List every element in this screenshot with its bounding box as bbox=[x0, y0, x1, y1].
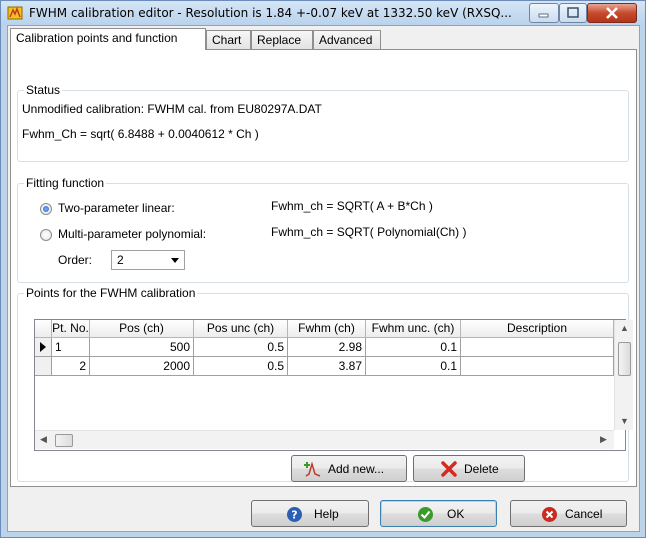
cancel-button[interactable]: Cancel bbox=[510, 500, 627, 527]
dialog-body: Calibration points and function Chart Re… bbox=[7, 25, 640, 532]
add-new-button[interactable]: Add new... bbox=[291, 455, 407, 482]
table-cell[interactable] bbox=[461, 357, 614, 376]
delete-button[interactable]: Delete bbox=[413, 455, 525, 482]
vertical-scroll-thumb[interactable] bbox=[618, 342, 631, 376]
table-cell[interactable]: 2.98 bbox=[288, 338, 366, 357]
vertical-scrollbar[interactable]: ▲ ▼ bbox=[614, 320, 633, 430]
delete-x-icon bbox=[441, 461, 457, 477]
table-cell[interactable] bbox=[461, 338, 614, 357]
tab-advanced[interactable]: Advanced bbox=[313, 30, 381, 49]
polynomial-label[interactable]: Multi-parameter polynomial: bbox=[58, 227, 206, 241]
maximize-icon bbox=[567, 7, 579, 18]
tab-calibration-points[interactable]: Calibration points and function bbox=[10, 28, 206, 50]
cancel-icon bbox=[542, 507, 557, 522]
col-fwhm-unc[interactable]: Fwhm unc. (ch) bbox=[366, 320, 461, 338]
scroll-left-icon[interactable]: ◀ bbox=[40, 434, 47, 445]
col-fwhm[interactable]: Fwhm (ch) bbox=[288, 320, 366, 338]
tab-page: Status Unmodified calibration: FWHM cal.… bbox=[10, 49, 637, 487]
help-label: Help bbox=[314, 507, 339, 521]
order-select[interactable]: 2 bbox=[111, 250, 185, 270]
scroll-up-icon[interactable]: ▲ bbox=[620, 323, 629, 333]
close-icon bbox=[606, 7, 618, 19]
scroll-down-icon[interactable]: ▼ bbox=[620, 416, 629, 426]
table-cell[interactable]: 0.5 bbox=[194, 338, 288, 357]
order-value: 2 bbox=[117, 253, 124, 267]
tab-replace[interactable]: Replace bbox=[251, 30, 313, 49]
delete-label: Delete bbox=[464, 462, 499, 476]
status-group-title: Status bbox=[24, 83, 63, 97]
add-peak-icon bbox=[304, 461, 321, 477]
calibration-app-icon bbox=[7, 6, 23, 20]
table-cell[interactable]: 2 bbox=[52, 357, 90, 376]
table-cell[interactable]: 0.5 bbox=[194, 357, 288, 376]
row-header-corner bbox=[35, 320, 52, 338]
editor-window: FWHM calibration editor - Resolution is … bbox=[0, 0, 646, 538]
points-group-title: Points for the FWHM calibration bbox=[24, 286, 198, 300]
tab-chart[interactable]: Chart bbox=[206, 30, 251, 49]
fitting-group-title: Fitting function bbox=[24, 176, 107, 190]
col-description[interactable]: Description bbox=[461, 320, 614, 338]
fitting-group: Fitting function Two-parameter linear: F… bbox=[17, 176, 629, 283]
horizontal-scroll-thumb[interactable] bbox=[55, 434, 73, 447]
table-cell[interactable]: 0.1 bbox=[366, 357, 461, 376]
points-table[interactable]: Pt. No. Pos (ch) Pos unc (ch) Fwhm (ch) … bbox=[34, 319, 633, 451]
two-parameter-radio[interactable] bbox=[40, 203, 52, 215]
minimize-icon bbox=[538, 13, 549, 18]
status-group: Status Unmodified calibration: FWHM cal.… bbox=[17, 83, 629, 162]
ok-check-icon bbox=[418, 507, 433, 522]
row-indicator[interactable] bbox=[35, 357, 52, 376]
current-row-arrow-icon bbox=[40, 342, 46, 352]
table-cell[interactable]: 3.87 bbox=[288, 357, 366, 376]
col-pos-unc[interactable]: Pos unc (ch) bbox=[194, 320, 288, 338]
cancel-label: Cancel bbox=[565, 507, 603, 521]
two-parameter-formula: Fwhm_ch = SQRT( A + B*Ch ) bbox=[271, 199, 433, 213]
table-cell[interactable]: 0.1 bbox=[366, 338, 461, 357]
table-cell[interactable]: 500 bbox=[90, 338, 194, 357]
scroll-right-icon[interactable]: ▶ bbox=[600, 434, 607, 445]
title-bar[interactable]: FWHM calibration editor - Resolution is … bbox=[1, 1, 645, 25]
horizontal-scrollbar[interactable]: ◀ ▶ bbox=[35, 430, 614, 449]
add-new-label: Add new... bbox=[328, 462, 385, 476]
ok-label: OK bbox=[447, 507, 465, 521]
minimize-button[interactable] bbox=[529, 3, 559, 23]
two-parameter-label[interactable]: Two-parameter linear: bbox=[58, 201, 175, 215]
status-calibration-source: Unmodified calibration: FWHM cal. from E… bbox=[22, 102, 322, 116]
window-title: FWHM calibration editor - Resolution is … bbox=[29, 6, 512, 20]
order-label: Order: bbox=[58, 253, 93, 267]
close-button[interactable] bbox=[587, 3, 637, 23]
status-fwhm-formula: Fwhm_Ch = sqrt( 6.8488 + 0.0040612 * Ch … bbox=[22, 127, 259, 141]
chevron-down-icon bbox=[171, 258, 179, 263]
svg-text:?: ? bbox=[291, 509, 297, 522]
col-pos[interactable]: Pos (ch) bbox=[90, 320, 194, 338]
row-indicator[interactable] bbox=[35, 338, 52, 357]
col-pt-no[interactable]: Pt. No. bbox=[52, 320, 90, 338]
polynomial-formula: Fwhm_ch = SQRT( Polynomial(Ch) ) bbox=[271, 225, 467, 239]
ok-button[interactable]: OK bbox=[380, 500, 497, 527]
help-button[interactable]: ? Help bbox=[251, 500, 369, 527]
polynomial-radio[interactable] bbox=[40, 229, 52, 241]
table-cell[interactable]: 2000 bbox=[90, 357, 194, 376]
table-cell[interactable]: 1 bbox=[52, 338, 90, 357]
maximize-button[interactable] bbox=[559, 3, 587, 23]
help-icon: ? bbox=[287, 507, 302, 522]
